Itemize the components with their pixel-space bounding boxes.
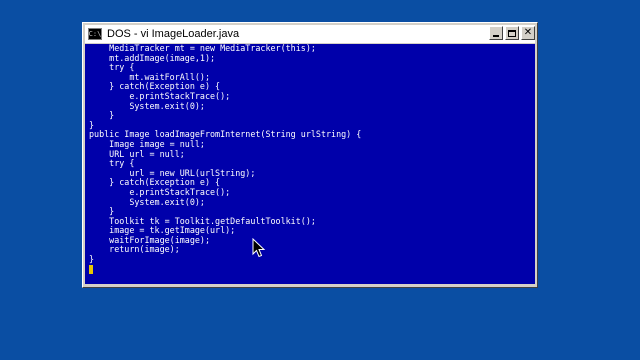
console-text-area[interactable]: MediaTracker mt = new MediaTracker(this)…	[85, 44, 535, 284]
window-controls: ✕	[487, 26, 535, 40]
mouse-pointer-icon	[252, 238, 266, 258]
maximize-button[interactable]	[505, 26, 519, 40]
text-cursor	[89, 264, 93, 274]
console-icon[interactable]: C:\	[88, 28, 102, 40]
code-line: }	[89, 110, 115, 121]
window-title: DOS - vi ImageLoader.java	[107, 28, 240, 40]
cursor-line	[89, 264, 361, 275]
close-icon: ✕	[523, 27, 533, 38]
console-icon-glyph: C:\	[88, 29, 102, 38]
close-button[interactable]: ✕	[521, 26, 535, 40]
code-line: return(image);	[89, 244, 180, 255]
minimize-icon	[493, 35, 499, 37]
dos-window[interactable]: C:\ DOS - vi ImageLoader.java ✕ MediaTra…	[82, 22, 538, 288]
minimize-button[interactable]	[489, 26, 503, 40]
code-line: }	[89, 254, 95, 265]
code-line: System.exit(0);	[89, 100, 205, 111]
title-bar[interactable]: C:\ DOS - vi ImageLoader.java ✕	[85, 25, 535, 43]
code-line: System.exit(0);	[89, 196, 205, 207]
maximize-icon	[508, 29, 516, 37]
code-listing: MediaTracker mt = new MediaTracker(this)…	[89, 44, 361, 274]
